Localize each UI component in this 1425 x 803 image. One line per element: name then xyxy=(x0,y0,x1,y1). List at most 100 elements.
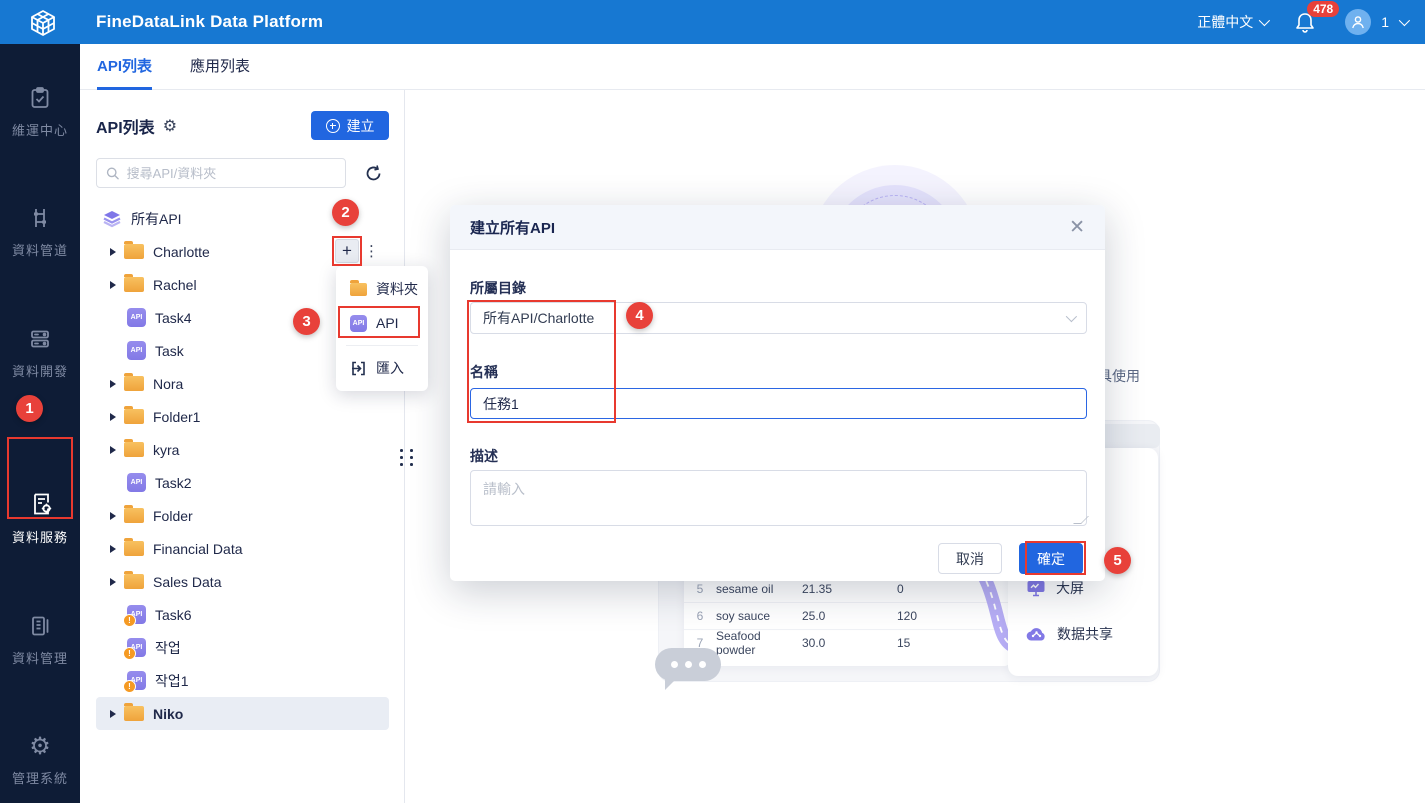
tree-item-folder1[interactable]: Folder1 xyxy=(96,400,389,433)
side-navigation: 維運中心 資料管道 資料開發 資料服務 資料管理 ⚙ 管理系統 xyxy=(0,44,80,803)
annotation-step-2: 2 xyxy=(332,199,359,226)
cloud-share-icon xyxy=(1026,626,1047,642)
layers-icon xyxy=(102,209,122,229)
data-manage-icon xyxy=(0,614,80,638)
user-id: 1 xyxy=(1381,14,1389,30)
description-textarea[interactable] xyxy=(470,470,1087,526)
tab-api-list[interactable]: API列表 xyxy=(97,44,153,90)
import-icon xyxy=(350,360,367,377)
tree-item-financial-data[interactable]: Financial Data xyxy=(96,532,389,565)
caret-right-icon[interactable] xyxy=(110,247,116,256)
refresh-icon[interactable] xyxy=(364,164,383,183)
user-menu-chevron-icon[interactable] xyxy=(1398,14,1411,27)
search-input[interactable] xyxy=(126,165,336,181)
sidebar-item-ops-center[interactable]: 維運中心 xyxy=(0,86,80,139)
tree-item-niko[interactable]: Niko xyxy=(96,697,389,730)
table-row: 6 soy sauce 25.0 120 xyxy=(684,602,1012,629)
folder-icon xyxy=(124,241,144,259)
folder-icon xyxy=(124,274,144,292)
create-button[interactable]: 建立 xyxy=(311,111,389,140)
sidebar-item-data-service[interactable]: 資料服務 xyxy=(0,491,80,546)
notification-bell[interactable]: 478 xyxy=(1295,1,1340,35)
app-title: FineDataLink Data Platform xyxy=(96,12,324,31)
tree-item-sales-data[interactable]: Sales Data xyxy=(96,565,389,598)
chevron-down-icon xyxy=(1258,14,1271,27)
chat-bubble-icon xyxy=(655,648,721,690)
annotation-step-3: 3 xyxy=(293,308,320,335)
caret-right-icon[interactable] xyxy=(110,280,116,289)
folder-icon xyxy=(350,279,367,296)
caret-right-icon[interactable] xyxy=(110,544,116,553)
annotation-step-1: 1 xyxy=(16,395,43,422)
tree-item-kyra[interactable]: kyra xyxy=(96,433,389,466)
caret-right-icon[interactable] xyxy=(110,709,116,718)
data-dev-icon xyxy=(0,327,80,351)
search-box xyxy=(96,158,346,188)
caret-right-icon[interactable] xyxy=(110,412,116,421)
create-button-label: 建立 xyxy=(346,117,375,134)
more-options-icon[interactable]: ⋮ xyxy=(364,242,379,260)
directory-label: 所屬目錄 xyxy=(470,280,526,296)
language-selector[interactable]: 正體中文 xyxy=(1197,12,1271,32)
close-icon[interactable]: ✕ xyxy=(1069,218,1085,237)
shortcut-data-share: 数据共享 xyxy=(1026,624,1113,644)
table-row: 7 Seafood powder 30.0 15 xyxy=(684,629,1012,657)
menu-item-import[interactable]: 匯入 xyxy=(336,351,428,385)
directory-select-value: 所有API/Charlotte xyxy=(483,310,595,326)
directory-select[interactable]: 所有API/Charlotte xyxy=(470,302,1087,334)
confirm-button[interactable]: 確定 xyxy=(1019,543,1083,574)
tree-item-task2[interactable]: API Task2 xyxy=(96,466,389,499)
tree-item-job1[interactable]: API작업1 xyxy=(96,664,389,697)
folder-icon xyxy=(124,373,144,391)
sidebar-item-data-pipeline[interactable]: 資料管道 xyxy=(0,206,80,259)
tab-bar: API列表 應用列表 xyxy=(80,44,1425,90)
language-label: 正體中文 xyxy=(1197,14,1254,30)
sidebar-item-admin-system[interactable]: ⚙ 管理系統 xyxy=(0,734,80,787)
caret-right-icon[interactable] xyxy=(110,379,116,388)
api-warning-icon: API xyxy=(123,605,146,627)
gear-icon: ⚙ xyxy=(29,732,51,760)
folder-icon xyxy=(124,439,144,457)
brand-logo-icon xyxy=(28,8,58,38)
description-label: 描述 xyxy=(470,448,498,464)
cancel-button[interactable]: 取消 xyxy=(938,543,1002,574)
menu-item-api[interactable]: API API xyxy=(336,306,428,340)
data-service-icon xyxy=(0,491,80,517)
top-header: FineDataLink Data Platform 正體中文 478 1 xyxy=(0,0,1425,44)
clipboard-check-icon xyxy=(0,86,80,110)
plus-circle-icon xyxy=(325,118,340,133)
panel-resize-handle[interactable] xyxy=(400,449,414,468)
annotation-step-4: 4 xyxy=(626,302,653,329)
app-window: FineDataLink Data Platform 正體中文 478 1 維運… xyxy=(0,0,1425,803)
folder-icon xyxy=(124,571,144,589)
menu-divider xyxy=(346,345,418,346)
folder-icon xyxy=(124,703,144,721)
name-label: 名稱 xyxy=(470,364,498,380)
menu-item-folder[interactable]: 資料夾 xyxy=(336,272,428,306)
modal-header: 建立所有API ✕ xyxy=(450,205,1105,250)
caret-right-icon[interactable] xyxy=(110,511,116,520)
add-button[interactable]: + xyxy=(335,239,359,263)
modal-title: 建立所有API xyxy=(470,219,556,237)
tree-item-folder[interactable]: Folder xyxy=(96,499,389,532)
search-icon xyxy=(106,167,119,179)
api-list-panel: API列表 ⚙ 建立 所有API Charlotte xyxy=(80,90,405,803)
user-avatar[interactable] xyxy=(1345,9,1372,35)
caret-right-icon[interactable] xyxy=(110,577,116,586)
create-api-modal: 建立所有API ✕ 所屬目錄 所有API/Charlotte 名稱 描述 取消 … xyxy=(450,205,1105,581)
api-warning-icon: API xyxy=(123,638,146,660)
sidebar-item-data-management[interactable]: 資料管理 xyxy=(0,614,80,667)
create-context-menu: 資料夾 API API 匯入 xyxy=(336,266,428,391)
sidebar-item-data-development[interactable]: 資料開發 xyxy=(0,327,80,380)
api-icon: API xyxy=(127,473,146,492)
settings-gear-icon[interactable]: ⚙ xyxy=(163,116,177,135)
tab-app-list[interactable]: 應用列表 xyxy=(190,44,250,90)
tree-item-job[interactable]: API작업 xyxy=(96,631,389,664)
screen-icon xyxy=(1026,579,1046,597)
notification-badge: 478 xyxy=(1307,1,1340,17)
tree-item-task6[interactable]: APITask6 xyxy=(96,598,389,631)
pipeline-icon xyxy=(0,206,80,230)
api-icon: API xyxy=(127,308,146,327)
caret-right-icon[interactable] xyxy=(110,445,116,454)
name-input[interactable] xyxy=(470,388,1087,419)
